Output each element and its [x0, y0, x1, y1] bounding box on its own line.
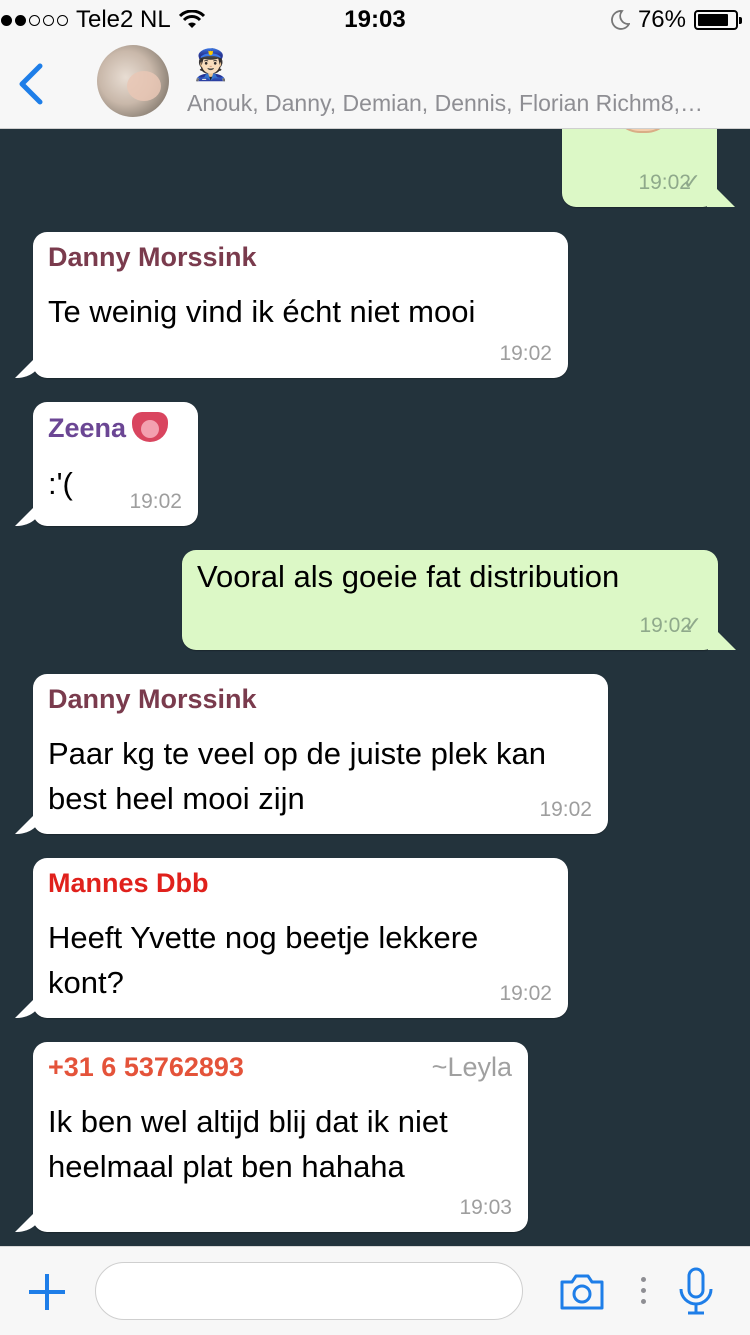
message-text: Te weinig vind ik écht niet mooi [48, 294, 476, 329]
message-bubble-incoming[interactable]: Danny Morssink Te weinig vind ik écht ni… [33, 232, 568, 378]
message-input[interactable] [95, 1262, 523, 1320]
message-time: 19:03 [459, 1196, 512, 1219]
sender-name[interactable]: Zeena [48, 412, 169, 444]
message-bubble-incoming[interactable]: Mannes Dbb Heeft Yvette nog beetje lekke… [33, 858, 568, 1018]
check-icon: ✓ [682, 169, 701, 194]
message-text: :'( [48, 466, 73, 501]
compose-bar [0, 1246, 750, 1335]
chevron-left-icon[interactable] [14, 62, 48, 106]
message-bubble-incoming[interactable]: Danny Morssink Paar kg te veel op de jui… [33, 674, 608, 834]
more-dots-icon[interactable] [641, 1277, 647, 1307]
message-text: Paar kg te veel op de juiste plek kan bes… [48, 736, 547, 816]
sender-name[interactable]: Danny Morssink [48, 684, 257, 715]
microphone-icon[interactable] [676, 1267, 716, 1317]
message-text: Ik ben wel altijd blij dat ik niet heelma… [48, 1104, 448, 1184]
moon-icon [611, 10, 630, 30]
message-bubble-outgoing[interactable]: 19:02 ✓ [562, 129, 717, 207]
tongue-emoji [132, 412, 169, 442]
chat-header[interactable]: 👮🏻 Anouk, Danny, Demian, Dennis, Florian… [0, 40, 750, 129]
battery-icon [694, 10, 742, 30]
sender-name[interactable]: Danny Morssink [48, 242, 257, 273]
thumbs-up-emoji [612, 129, 674, 133]
camera-icon[interactable] [558, 1272, 606, 1312]
battery-percentage: 76% [637, 6, 686, 33]
police-officer-emoji: 👮🏻 [192, 49, 230, 82]
message-bubble-outgoing[interactable]: Vooral als goeie fat distribution 19:02 … [182, 550, 718, 650]
message-text: Heeft Yvette nog beetje lekkere kont? [48, 920, 479, 1000]
message-bubble-incoming[interactable]: +31 6 53762893 ~Leyla Ik ben wel altijd … [33, 1042, 528, 1232]
check-icon: ✓ [683, 612, 702, 637]
message-time: 19:02 [499, 342, 552, 365]
message-bubble-incoming[interactable]: Zeena :'( 19:02 [33, 402, 198, 526]
message-time: 19:02 [129, 490, 182, 513]
plus-icon[interactable] [27, 1272, 67, 1312]
message-time: 19:02 [499, 982, 552, 1005]
message-text: Vooral als goeie fat distribution [197, 559, 620, 594]
sender-push-name: ~Leyla [431, 1052, 512, 1082]
message-list[interactable]: 19:02 ✓ Danny Morssink Te weinig vind ik… [0, 129, 750, 1246]
group-avatar[interactable] [97, 45, 169, 117]
sender-name[interactable]: Mannes Dbb [48, 868, 209, 899]
sender-phone-number[interactable]: +31 6 53762893 [48, 1052, 244, 1083]
group-members[interactable]: Anouk, Danny, Demian, Dennis, Florian Ri… [187, 90, 742, 117]
status-bar: Tele2 NL 19:03 76% [0, 0, 750, 40]
message-time: 19:02 [539, 798, 592, 821]
